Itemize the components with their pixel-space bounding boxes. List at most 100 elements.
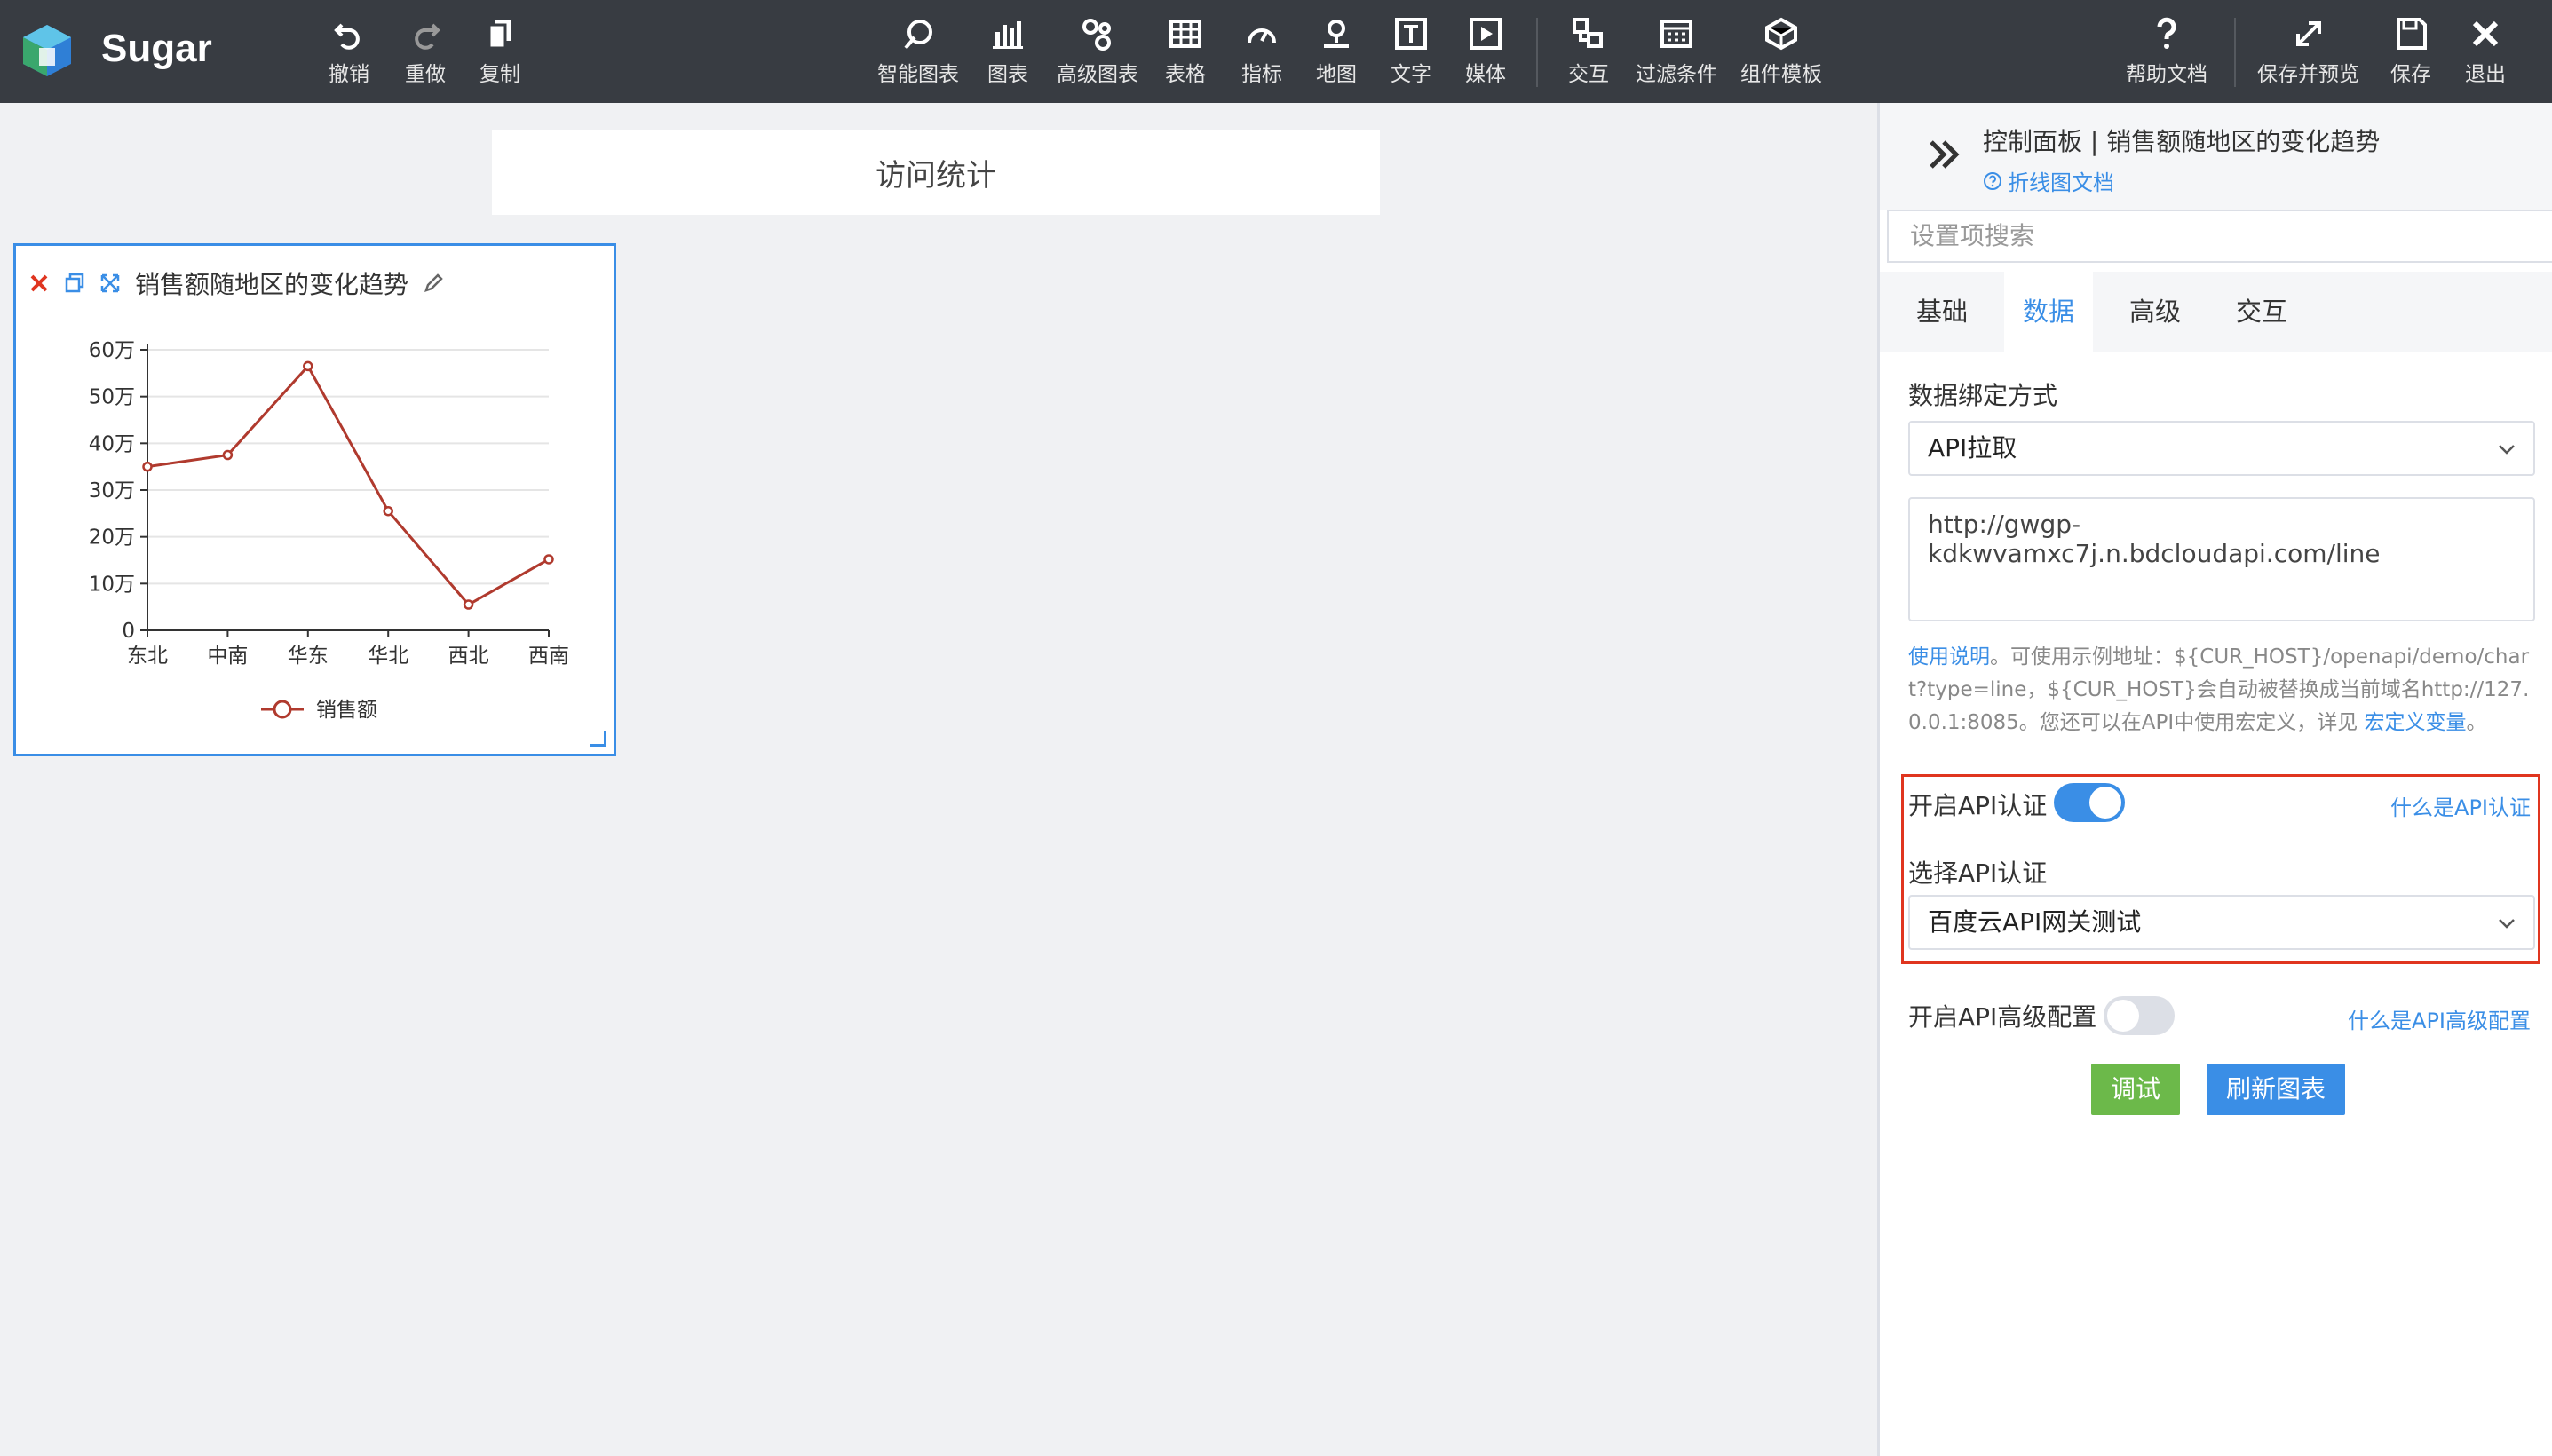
redo-button[interactable]: 重做 — [405, 16, 446, 92]
question-circle-icon — [1984, 171, 2001, 190]
media-icon — [1470, 18, 1502, 50]
advanced-chart-icon — [1082, 19, 1111, 51]
api-auth-toggle-label: 开启API认证 — [1908, 791, 2048, 820]
data-point — [303, 360, 313, 372]
bar-chart-icon — [993, 21, 1023, 49]
indicator-label: 指标 — [1241, 63, 1282, 86]
save-button[interactable]: 保存 — [2390, 16, 2431, 92]
data-point — [142, 461, 153, 472]
x-tick-label: 西南 — [528, 645, 569, 668]
tab-data[interactable]: 数据 — [2004, 272, 2093, 352]
x-tick-label: 中南 — [207, 645, 248, 668]
redo-icon — [415, 23, 440, 50]
settings-search-input[interactable]: 设置项搜索 — [1887, 210, 2552, 263]
control-panel: 控制面板 | 销售额随地区的变化趋势 折线图文档 设置项搜索 基础 数据 高级 … — [1877, 103, 2552, 1456]
tab-advanced[interactable]: 高级 — [2093, 272, 2217, 352]
y-tick-label: 30万 — [89, 479, 135, 502]
help-button[interactable]: 帮助文档 — [2126, 16, 2207, 92]
debug-button[interactable]: 调试 — [2091, 1064, 2180, 1115]
toolbar-divider — [1536, 18, 1538, 87]
x-tick-label: 华北 — [368, 645, 408, 668]
copy-icon — [487, 20, 511, 50]
panel-tabs: 基础 数据 高级 交互 — [1880, 272, 2552, 352]
canvas-title-card[interactable]: 访问统计 — [492, 130, 1380, 215]
redo-label: 重做 — [405, 63, 446, 86]
help-label: 帮助文档 — [2126, 63, 2207, 86]
exit-label: 退出 — [2465, 63, 2506, 86]
brand-name: Sugar — [101, 27, 212, 70]
chart-card[interactable]: 销售额随地区的变化趋势 0 10万 20万 30万 40万 50万 60万 东北 中南 华东 华北西… — [13, 243, 616, 756]
binding-method-value: API拉取 — [1928, 433, 2017, 463]
chart-button[interactable]: 图表 — [987, 16, 1028, 92]
x-tick-label: 东北 — [127, 645, 168, 668]
legend-marker — [273, 700, 292, 719]
smart-chart-icon — [904, 20, 932, 50]
undo-button[interactable]: 撤销 — [329, 16, 369, 92]
map-button[interactable]: 地图 — [1316, 16, 1357, 92]
top-toolbar: Sugar 撤销 重做 复制 智能图表 图表 高级图表 表格 指标 地图 文字 — [0, 0, 2552, 103]
exit-button[interactable]: 退出 — [2465, 16, 2506, 92]
canvas-title: 访问统计 — [876, 157, 996, 194]
text-icon — [1395, 18, 1427, 50]
tab-basic[interactable]: 基础 — [1880, 272, 2004, 352]
undo-label: 撤销 — [329, 63, 369, 86]
double-chevron-right-icon[interactable] — [1924, 135, 1963, 174]
filter-label: 过滤条件 — [1636, 63, 1717, 86]
binding-method-select[interactable]: API拉取 — [1908, 421, 2535, 476]
component-template-button[interactable]: 组件模板 — [1740, 16, 1822, 92]
what-is-api-auth-link[interactable]: 什么是API认证 — [2390, 790, 2531, 821]
api-auth-select-label: 选择API认证 — [1908, 859, 2048, 888]
copy-button[interactable]: 复制 — [479, 16, 520, 92]
help-end: 。 — [2466, 711, 2487, 734]
component-template-label: 组件模板 — [1740, 63, 1822, 86]
advanced-chart-button[interactable]: 高级图表 — [1057, 16, 1138, 92]
copy-label: 复制 — [479, 63, 520, 86]
undo-icon — [334, 23, 360, 50]
component-icon — [1765, 17, 1797, 51]
api-advanced-toggle[interactable] — [2104, 996, 2175, 1035]
legend-label: 销售额 — [316, 699, 377, 722]
usage-link[interactable]: 使用说明 — [1908, 645, 1990, 669]
text-label: 文字 — [1391, 63, 1431, 86]
y-tick-label: 20万 — [89, 526, 135, 550]
chevron-down-icon — [2499, 919, 2515, 929]
y-tick-label: 10万 — [89, 573, 135, 596]
what-is-api-advanced-link[interactable]: 什么是API高级配置 — [2348, 1003, 2531, 1034]
data-point — [463, 599, 474, 610]
save-preview-label: 保存并预览 — [2257, 63, 2359, 86]
interaction-button[interactable]: 交互 — [1568, 16, 1609, 92]
close-icon — [2472, 20, 2499, 47]
x-tick-label: 华东 — [288, 645, 329, 668]
advanced-chart-label: 高级图表 — [1057, 63, 1138, 86]
binding-method-label: 数据绑定方式 — [1908, 381, 2058, 410]
media-button[interactable]: 媒体 — [1465, 16, 1506, 92]
table-button[interactable]: 表格 — [1165, 16, 1206, 92]
panel-title: 控制面板 | 销售额随地区的变化趋势 — [1983, 127, 2381, 156]
line-chart: 0 10万 20万 30万 40万 50万 60万东北 中南 华东 华北 西北 西南销售额 — [89, 339, 569, 722]
map-pin-icon — [1324, 20, 1349, 48]
resize-handle[interactable] — [590, 731, 606, 747]
toolbar-divider — [2234, 18, 2236, 87]
macro-variable-link[interactable]: 宏定义变量 — [2365, 711, 2467, 734]
filter-button[interactable]: 过滤条件 — [1636, 16, 1717, 92]
table-label: 表格 — [1165, 63, 1206, 86]
dashboard-canvas[interactable]: 访问统计 销售额随地区的变化趋势 0 10万 20万 30万 40万 50万 60万 东北 中南… — [0, 103, 1877, 1456]
y-tick-label: 50万 — [89, 386, 135, 409]
tab-interaction[interactable]: 交互 — [2199, 272, 2324, 352]
panel-header: 控制面板 | 销售额随地区的变化趋势 折线图文档 — [1880, 103, 2552, 210]
api-auth-select[interactable]: 百度云API网关测试 — [1908, 895, 2535, 950]
smart-chart-button[interactable]: 智能图表 — [877, 16, 959, 92]
save-preview-button[interactable]: 保存并预览 — [2257, 16, 2359, 92]
api-url-textarea[interactable]: http://gwgp-kdkwvamxc7j.n.bdcloudapi.com… — [1908, 497, 2535, 621]
api-auth-toggle[interactable] — [2054, 783, 2125, 822]
api-auth-select-value: 百度云API网关测试 — [1928, 907, 2142, 937]
x-tick-label: 西北 — [448, 645, 489, 668]
refresh-chart-button[interactable]: 刷新图表 — [2207, 1064, 2345, 1115]
line-chart-doc-link[interactable]: 折线图文档 — [1983, 165, 2114, 196]
text-button[interactable]: 文字 — [1391, 16, 1431, 92]
api-help-text: 使用说明。可使用示例地址：${CUR_HOST}/openapi/demo/ch… — [1908, 641, 2535, 740]
y-tick-label: 60万 — [89, 339, 135, 362]
chart-label: 图表 — [987, 63, 1028, 86]
indicator-button[interactable]: 指标 — [1241, 16, 1282, 92]
api-advanced-toggle-label: 开启API高级配置 — [1908, 1002, 2097, 1032]
